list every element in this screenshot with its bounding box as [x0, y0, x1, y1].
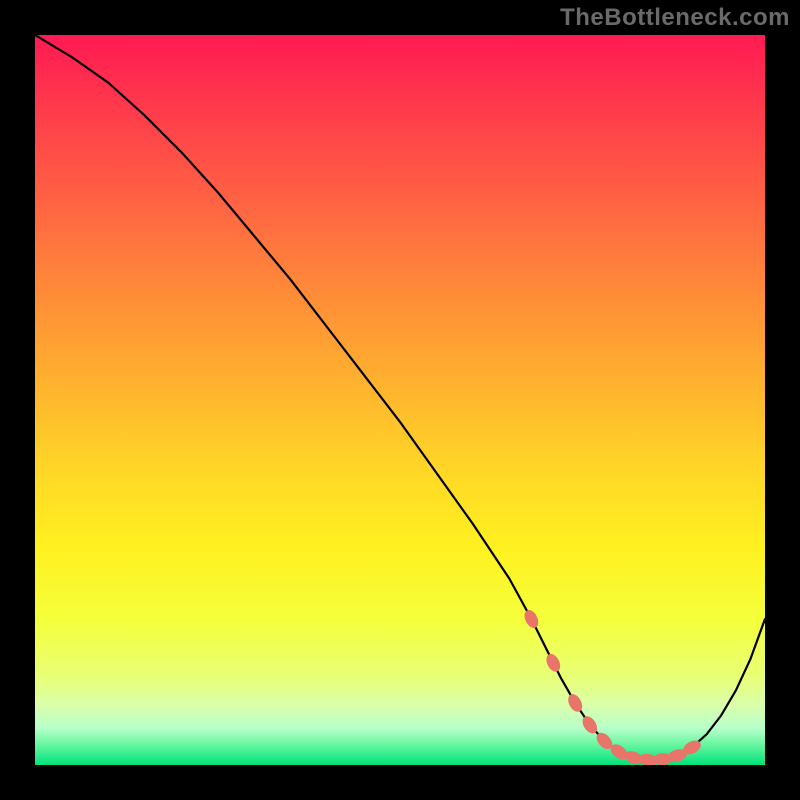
highlight-dot — [566, 692, 584, 713]
plot-area — [35, 35, 765, 765]
watermark-text: TheBottleneck.com — [560, 4, 790, 32]
highlight-dot — [522, 608, 540, 629]
highlight-dots — [522, 608, 702, 765]
curve-svg — [35, 35, 765, 765]
chart-frame: TheBottleneck.com — [0, 0, 800, 800]
highlight-dot — [544, 652, 562, 673]
bottleneck-curve — [35, 35, 765, 760]
